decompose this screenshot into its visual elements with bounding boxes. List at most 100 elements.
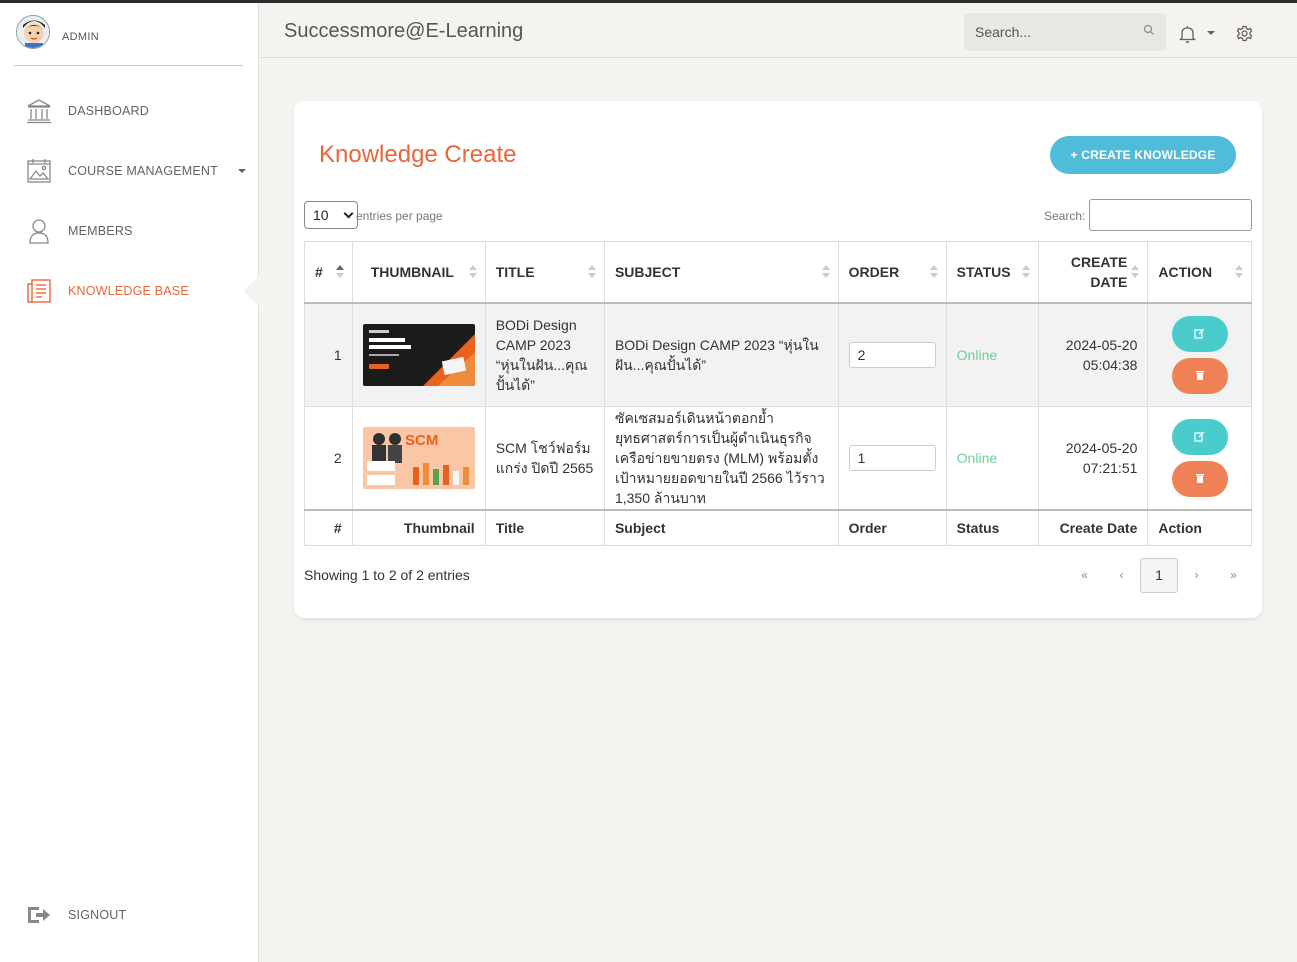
- header-label: #: [315, 263, 323, 280]
- chevron-down-icon[interactable]: [1207, 31, 1215, 35]
- trash-icon: [1195, 371, 1204, 381]
- header-label: SUBJECT: [614, 263, 681, 280]
- col-header-action[interactable]: ACTION: [1147, 241, 1252, 303]
- sort-icon: [1131, 265, 1140, 279]
- page-next-button[interactable]: ›: [1178, 568, 1215, 582]
- sort-icon: [587, 265, 596, 279]
- footer-label: Title: [484, 508, 605, 546]
- row-subject: BODi Design CAMP 2023 “หุ่นในฝัน...คุณปั…: [603, 302, 839, 407]
- row-number: 2: [304, 406, 353, 510]
- brand: ADMIN: [14, 15, 243, 66]
- row-title: BODi Design CAMP 2023 “หุ่นในฝัน...คุณปั…: [484, 302, 605, 407]
- sidebar-item-signout[interactable]: SIGNOUT: [26, 900, 246, 930]
- thumbnail-image[interactable]: [362, 323, 475, 386]
- col-header-thumbnail[interactable]: THUMBNAIL: [351, 241, 486, 303]
- table-info: Showing 1 to 2 of 2 entries: [304, 567, 470, 583]
- thumbnail-image[interactable]: SCM: [362, 426, 475, 489]
- gear-icon[interactable]: [1236, 25, 1253, 47]
- sidebar-item-course-management[interactable]: COURSE MANAGEMENT: [26, 156, 246, 186]
- header-label: ORDER: [848, 263, 900, 280]
- sidebar-item-label: KNOWLEDGE BASE: [68, 284, 189, 298]
- footer-label: Status: [945, 508, 1040, 546]
- delete-button[interactable]: [1171, 460, 1228, 497]
- sort-icon: [468, 265, 477, 279]
- paper-icon: [26, 278, 52, 304]
- sidebar: ADMIN DASHBOARD COURSE MANAGEMENT MEMBER…: [0, 3, 259, 962]
- row-subject: ซัคเซสมอร์เดินหน้าตอกย้ำยุทธศาสตร์การเป็…: [603, 406, 839, 510]
- page-title: Knowledge Create: [319, 141, 517, 168]
- chevron-down-icon: [237, 169, 246, 173]
- sidebar-item-label: COURSE MANAGEMENT: [68, 164, 218, 178]
- col-header-subject[interactable]: SUBJECT: [603, 241, 839, 303]
- row-create-date: 2024-05-20 05:04:38: [1038, 302, 1149, 407]
- order-cell: 1: [837, 406, 947, 510]
- status-badge: Online: [945, 406, 1040, 510]
- create-knowledge-button[interactable]: + CREATE KNOWLEDGE: [1050, 136, 1236, 174]
- table-row: 1 BODi Design CAMP 2023 “หุ่นในฝัน...คุณ…: [304, 302, 1252, 407]
- thumbnail-cell: [351, 302, 486, 407]
- pagination: « ‹ 1 › »: [1066, 557, 1252, 593]
- entries-per-page-value: 10: [313, 207, 329, 223]
- row-create-date: 2024-05-20 07:21:51: [1038, 406, 1149, 510]
- edit-button[interactable]: [1171, 418, 1228, 455]
- sidebar-item-knowledge-base[interactable]: KNOWLEDGE BASE: [26, 276, 246, 306]
- table-header-row: # THUMBNAIL TITLE SUBJECT ORDER STATUS C…: [304, 241, 1252, 303]
- footer-label: #: [304, 508, 353, 546]
- sort-icon: [929, 265, 938, 279]
- brand-user-name: ADMIN: [62, 31, 99, 43]
- action-cell: [1147, 406, 1252, 510]
- row-title: SCM โชว์ฟอร์มแกร่ง ปิดปี 2565: [484, 406, 605, 510]
- bell-icon[interactable]: [1178, 25, 1197, 48]
- col-header-status[interactable]: STATUS: [945, 241, 1040, 303]
- row-number: 1: [304, 302, 353, 407]
- sort-icon: [821, 265, 830, 279]
- active-indicator: [243, 276, 259, 306]
- sort-icon: [1022, 265, 1031, 279]
- sidebar-item-label: SIGNOUT: [68, 908, 127, 922]
- trash-icon: [1195, 474, 1204, 484]
- col-header-title[interactable]: TITLE: [484, 241, 605, 303]
- action-cell: [1147, 302, 1252, 407]
- search-input[interactable]: [975, 24, 1135, 40]
- table-search-input[interactable]: [1089, 199, 1252, 231]
- create-date: 2024-05-20: [1065, 439, 1138, 456]
- order-cell: 2: [837, 302, 947, 407]
- page-current-button[interactable]: 1: [1140, 557, 1178, 593]
- create-time: 07:21:51: [1082, 459, 1138, 476]
- delete-button[interactable]: [1171, 357, 1228, 394]
- col-header-number[interactable]: #: [304, 241, 353, 303]
- knowledge-table: # THUMBNAIL TITLE SUBJECT ORDER STATUS C…: [304, 241, 1252, 546]
- entries-per-page-select[interactable]: 10: [304, 201, 358, 229]
- footer-label: Action: [1147, 508, 1252, 546]
- svg-text:SCM: SCM: [405, 432, 438, 449]
- entries-per-page-label: entries per page: [356, 209, 443, 223]
- sidebar-item-members[interactable]: MEMBERS: [26, 216, 246, 246]
- app-title: Successmore@E-Learning: [284, 20, 524, 42]
- create-date: 2024-05-20: [1065, 336, 1138, 353]
- top-navbar: Successmore@E-Learning: [259, 3, 1297, 58]
- header-label: THUMBNAIL: [370, 263, 454, 280]
- header-label: TITLE: [495, 263, 535, 280]
- order-input[interactable]: 2: [848, 341, 936, 368]
- page-first-button[interactable]: «: [1066, 568, 1103, 582]
- header-label: ACTION: [1158, 263, 1213, 280]
- col-header-create-date[interactable]: CREATE DATE: [1038, 241, 1149, 303]
- table-search-label: Search:: [1044, 209, 1086, 223]
- table-footer-row: # Thumbnail Title Subject Order Status C…: [304, 508, 1252, 546]
- sort-icon: [1235, 265, 1243, 279]
- status-badge: Online: [945, 302, 1040, 407]
- footer-label: Thumbnail: [351, 508, 486, 546]
- sort-icon: [335, 265, 344, 279]
- bank-icon: [26, 98, 52, 124]
- edit-icon: [1194, 431, 1205, 442]
- page-last-button[interactable]: »: [1215, 568, 1252, 582]
- user-icon: [26, 218, 52, 244]
- edit-button[interactable]: [1171, 315, 1228, 352]
- order-input[interactable]: 1: [848, 444, 936, 471]
- col-header-order[interactable]: ORDER: [837, 241, 947, 303]
- page-prev-button[interactable]: ‹: [1103, 568, 1140, 582]
- sidebar-item-dashboard[interactable]: DASHBOARD: [26, 96, 246, 126]
- navbar-search: [964, 13, 1166, 51]
- search-icon[interactable]: [1143, 23, 1155, 41]
- avatar[interactable]: [16, 15, 50, 49]
